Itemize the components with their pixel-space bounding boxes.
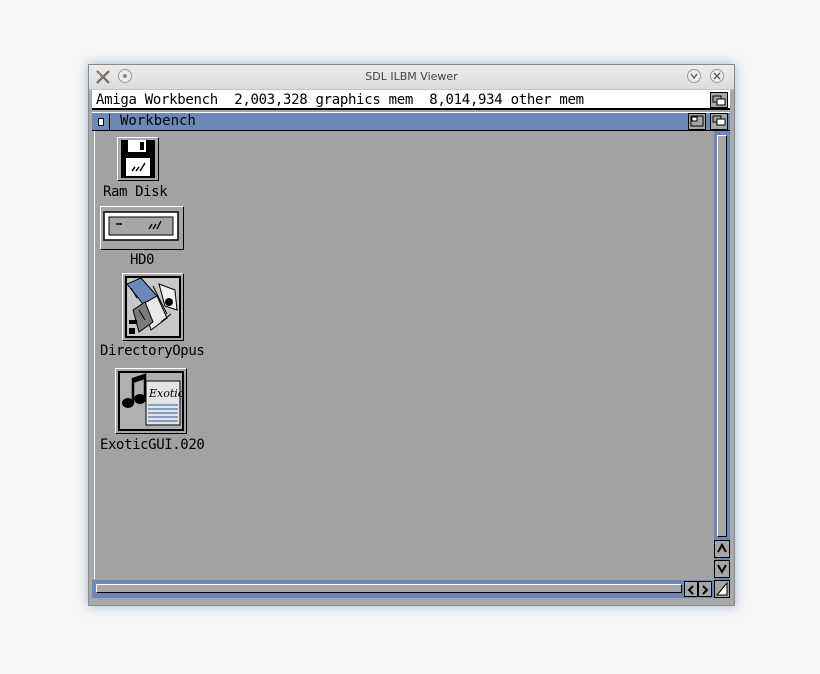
- depth-arrange-icon: [712, 95, 726, 106]
- scroll-up-button[interactable]: [714, 540, 730, 558]
- icon-label: HD0: [130, 252, 155, 268]
- exotic-logo-text: Exotic: [148, 387, 184, 400]
- host-titlebar[interactable]: SDL ILBM Viewer: [89, 65, 734, 90]
- sizing-gadget[interactable]: [714, 580, 730, 598]
- close-button[interactable]: [710, 69, 724, 83]
- hard-drive-icon: [100, 206, 184, 250]
- horizontal-scroll-knob[interactable]: [96, 584, 682, 593]
- arrow-right-icon: [702, 585, 709, 595]
- window-depth-gadget[interactable]: [710, 113, 728, 130]
- window-title: Workbench: [120, 113, 196, 129]
- screen-title-bar[interactable]: Amiga Workbench 2,003,328 graphics mem 8…: [92, 90, 730, 110]
- scroll-left-button[interactable]: [684, 581, 698, 597]
- minimize-button[interactable]: [687, 69, 701, 83]
- host-window-title: SDL ILBM Viewer: [365, 70, 458, 83]
- horizontal-scrollbar[interactable]: [92, 580, 730, 598]
- scroll-down-button[interactable]: [714, 560, 730, 578]
- workbench-window: Workbench Ram Disk HD0 DirectoryOpus Exo…: [92, 110, 730, 600]
- arrow-down-icon: [717, 564, 727, 575]
- close-icon: [713, 72, 721, 80]
- arrow-up-icon: [717, 542, 727, 553]
- exotic-gui-icon: Exotic: [115, 368, 187, 434]
- directory-opus-icon: [122, 273, 184, 341]
- arrow-left-icon: [687, 585, 694, 595]
- depth-arrange-icon: [712, 115, 726, 126]
- floppy-disk-icon: [117, 137, 159, 181]
- resize-icon: [715, 581, 728, 596]
- icon-label: ExoticGUI.020: [100, 437, 205, 453]
- window-title-bar[interactable]: Workbench: [92, 112, 730, 131]
- chevron-down-icon: [690, 73, 698, 80]
- screen-title: Amiga Workbench 2,003,328 graphics mem 8…: [96, 92, 584, 108]
- zoom-icon: [690, 115, 704, 127]
- icon-label: DirectoryOpus: [100, 343, 205, 359]
- icon-label: Ram Disk: [103, 184, 168, 200]
- vertical-scroll-knob[interactable]: [717, 135, 727, 537]
- window-content: Ram Disk HD0 DirectoryOpus Exotic Exotic…: [94, 131, 714, 579]
- screen-depth-gadget[interactable]: [710, 92, 728, 108]
- scroll-right-button[interactable]: [698, 581, 712, 597]
- vertical-scrollbar[interactable]: [714, 131, 730, 580]
- zoom-gadget[interactable]: [688, 113, 706, 130]
- window-close-gadget[interactable]: [94, 114, 110, 130]
- host-window: SDL ILBM Viewer Amiga Workbench 2,003,32…: [88, 64, 735, 606]
- close-icon: [98, 118, 104, 126]
- amiga-screen: Amiga Workbench 2,003,328 graphics mem 8…: [92, 90, 730, 602]
